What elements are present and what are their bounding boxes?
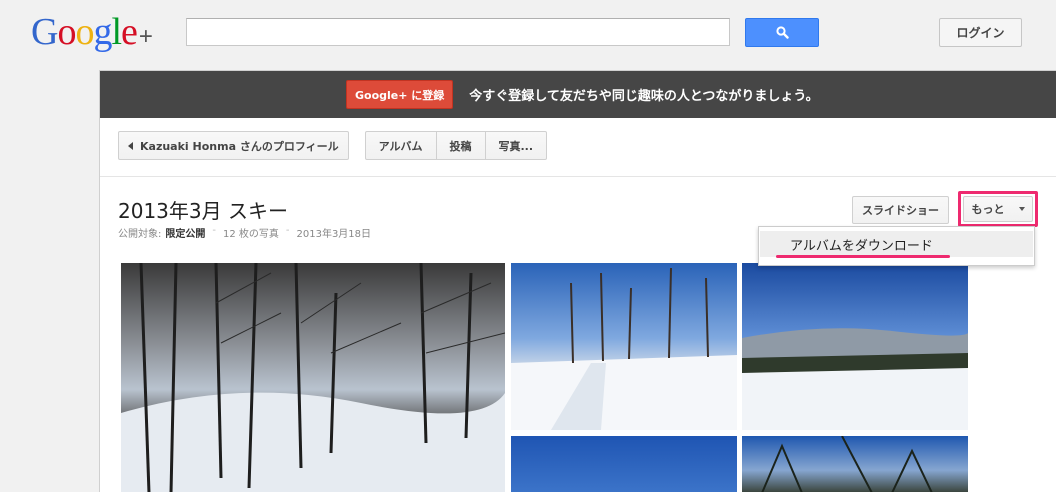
logo-letter: o [57,11,76,53]
divider [100,176,1056,177]
album-photo[interactable] [742,263,968,430]
chevron-down-icon [1018,207,1025,211]
logo-letter: G [31,11,58,53]
album-photo[interactable] [121,263,505,492]
google-plus-logo[interactable]: G o o g l e + [31,12,153,52]
tab-albums[interactable]: アルバム [364,131,437,160]
slideshow-button[interactable]: スライドショー [852,196,949,224]
album-nav: Kazuaki Honma さんのプロフィール アルバム 投稿 写真... [118,131,548,160]
logo-plus: + [138,23,153,50]
logo-letter: e [121,11,138,53]
album-photo[interactable] [511,263,737,430]
logo-letter: o [75,11,94,53]
login-button[interactable]: ログイン [939,18,1022,47]
meta-separator: - [212,225,216,236]
logo-letter: g [93,11,112,53]
visibility-label: 公開対象: [118,229,162,240]
tab-photos[interactable]: 写真... [484,131,548,160]
search-button[interactable] [745,18,819,47]
album-photo[interactable] [511,436,737,492]
view-tabs: アルバム 投稿 写真... [364,131,548,160]
search-icon [775,26,789,39]
logo-letter: l [111,11,122,53]
photo-content [742,328,968,430]
photo-content [511,267,737,430]
album-photo[interactable] [742,436,968,492]
search-input[interactable] [186,18,730,46]
signup-banner: Google+ に登録 今すぐ登録して友だちや同じ趣味の人とつながりましょう。 [100,71,1056,118]
back-button-label: Kazuaki Honma さんのプロフィール [140,139,339,153]
more-button[interactable]: もっと [963,196,1033,222]
more-dropdown-menu: アルバムをダウンロード [758,226,1035,266]
photo-content [121,263,505,492]
photo-content [761,436,933,492]
photo-count: 12 枚の写真 [222,229,279,240]
download-album-menu-item[interactable]: アルバムをダウンロード [760,231,1033,257]
meta-separator: - [285,225,290,236]
tab-posts[interactable]: 投稿 [435,131,486,160]
album-card: Google+ に登録 今すぐ登録して友だちや同じ趣味の人とつながりましょう。 … [99,70,1056,492]
album-meta: 公開対象: 限定公開 - 12 枚の写真 - 2013年3月18日 [118,225,371,240]
highlight-underline [776,255,950,258]
album-date: 2013年3月18日 [296,229,372,240]
chevron-left-icon [128,141,133,150]
banner-message: 今すぐ登録して友だちや同じ趣味の人とつながりましょう。 [469,89,819,104]
more-button-label: もっと [971,203,1005,216]
album-title: 2013年3月 スキー [118,199,288,223]
signup-button[interactable]: Google+ に登録 [346,80,454,109]
more-button-highlight: もっと [958,191,1038,227]
visibility-value[interactable]: 限定公開 [165,225,205,240]
back-to-profile-button[interactable]: Kazuaki Honma さんのプロフィール [118,131,349,160]
